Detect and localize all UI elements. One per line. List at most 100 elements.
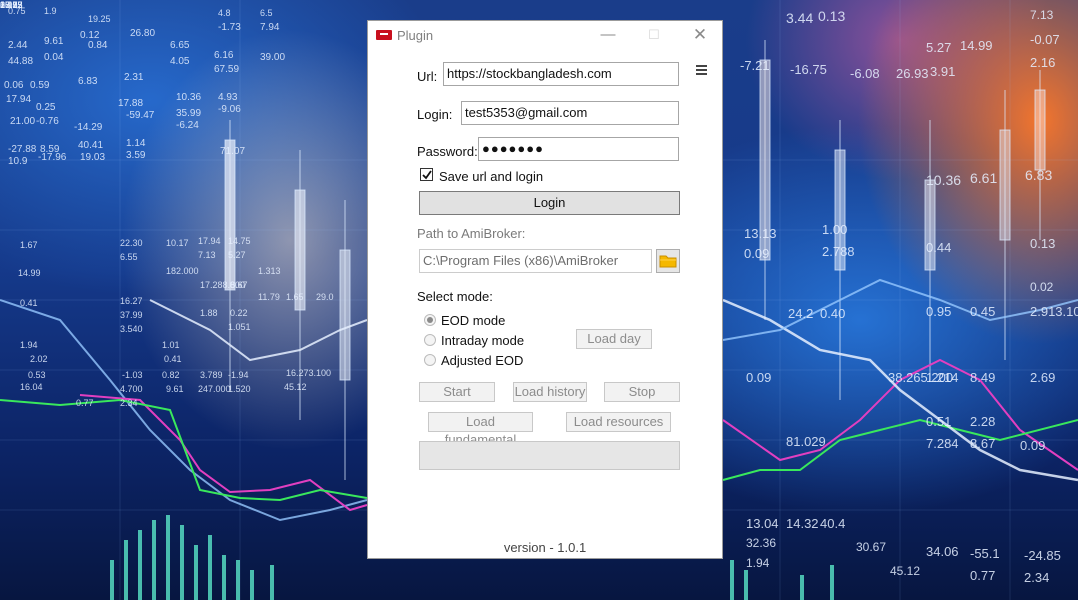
background-number: 5.27 (926, 40, 952, 55)
background-number: 26.93 (896, 66, 929, 81)
background-number: 10.17 (166, 238, 189, 248)
load-fundamental-button[interactable]: Load fundamental (428, 412, 533, 447)
folder-icon (659, 255, 677, 268)
background-number: 45.12 (890, 564, 921, 578)
url-input[interactable]: https://stockbangladesh.com (443, 62, 679, 86)
background-number: 182.000 (166, 266, 199, 276)
path-label: Path to AmiBroker: (417, 226, 526, 241)
background-number: 35.99 (176, 108, 202, 119)
background-number: 0.13 (1030, 236, 1056, 251)
background-number: 0.12 (80, 30, 100, 41)
browse-folder-button[interactable] (656, 249, 680, 273)
password-input[interactable]: ●●●●●●● (478, 137, 679, 161)
background-number: -17.96 (38, 152, 67, 163)
background-number: 2.31 (124, 72, 144, 83)
background-number: 6.83 (1025, 167, 1053, 183)
background-number: 0.77 (970, 568, 996, 583)
maximize-button[interactable]: ☐ (641, 24, 667, 46)
background-number: 0.51 (926, 414, 952, 429)
background-number: 14.99 (960, 38, 993, 53)
background-number: 3.540 (120, 324, 143, 334)
adjusted-eod-label[interactable]: Adjusted EOD (441, 353, 523, 368)
stop-button[interactable]: Stop (604, 382, 680, 402)
background-number: 1.94 (746, 556, 770, 570)
background-number: 30.67 (856, 540, 887, 554)
adjusted-eod-radio[interactable] (424, 354, 436, 366)
background-number: 16.273.100 (286, 368, 332, 378)
background-number: 10.36 (926, 172, 962, 188)
background-number: -1.03 (122, 370, 143, 380)
load-history-button[interactable]: Load history (513, 382, 587, 402)
background-number: 4.93 (218, 92, 238, 103)
background-number: 3.91 (930, 64, 956, 79)
background-number: 2.44 (8, 40, 28, 51)
background-number: 45.12 (284, 382, 307, 392)
background-number: 1.94 (20, 340, 38, 350)
background-number: 0.09 (1020, 438, 1046, 453)
minimize-button[interactable]: — (595, 24, 621, 46)
background-number: -27.88 (8, 144, 37, 155)
start-button[interactable]: Start (419, 382, 495, 402)
intraday-mode-label[interactable]: Intraday mode (441, 333, 524, 348)
background-number: 6.16 (214, 50, 234, 61)
background-number: -24.85 (1024, 548, 1061, 563)
background-number: 14.32 (786, 516, 819, 531)
background-number: 1.00 (822, 222, 848, 237)
background-number: 0.09 (746, 370, 772, 385)
save-url-checkbox[interactable] (420, 168, 433, 181)
check-mark-icon (422, 170, 432, 180)
background-number: 1.051 (228, 322, 251, 332)
background-number: 24.2 (788, 306, 814, 321)
progress-bar (419, 441, 680, 470)
background-number: 34.06 (926, 544, 959, 559)
background-number: 6.83 (78, 76, 98, 87)
background-number: 10.9 (8, 156, 28, 167)
background-number: 8.67 (970, 436, 996, 451)
background-number: 17.88 (118, 98, 144, 109)
eod-mode-label[interactable]: EOD mode (441, 313, 505, 328)
background-number: 0.06 (4, 80, 24, 91)
background-number: 13.13 (744, 226, 777, 241)
background-number: 17.94 (198, 236, 221, 246)
background-number: 4.700 (120, 384, 143, 394)
background-number: 0.04 (44, 52, 64, 63)
background-number: 3.44 (786, 10, 814, 26)
login-label: Login: (417, 107, 453, 122)
background-number: 0.25 (36, 102, 56, 113)
login-input[interactable]: test5353@gmail.com (461, 101, 679, 125)
login-button[interactable]: Login (419, 191, 680, 215)
background-number: 0.09 (744, 246, 770, 261)
background-number: -55.1 (970, 546, 1000, 561)
hamburger-menu-icon[interactable] (696, 65, 707, 75)
load-resources-button[interactable]: Load resources (566, 412, 671, 432)
background-number: 7.13 (198, 250, 216, 260)
background-number: 67.59 (214, 64, 240, 75)
background-number: 40.41 (78, 140, 104, 151)
intraday-mode-radio[interactable] (424, 334, 436, 346)
background-number: 10.36 (176, 92, 202, 103)
background-number: 14.75 (228, 236, 251, 246)
background-number: 7.13 (1030, 8, 1054, 22)
background-number: 2.34 (1024, 570, 1050, 585)
amibroker-path-input[interactable]: C:\Program Files (x86)\AmiBroker (419, 249, 652, 273)
load-day-button[interactable]: Load day (576, 329, 652, 349)
background-number: 1.65 (286, 292, 304, 302)
background-number: 22.30 (120, 238, 143, 248)
background-number: 17.94 (6, 94, 32, 105)
save-url-label[interactable]: Save url and login (439, 169, 543, 184)
eod-mode-radio[interactable] (424, 314, 436, 326)
background-number: 1.9 (44, 6, 57, 16)
background-number: 0.53 (28, 370, 46, 380)
background-number: 32.36 (746, 536, 777, 550)
background-number: 19.25 (88, 14, 111, 24)
background-number: -6.24 (176, 120, 199, 131)
select-mode-label: Select mode: (417, 289, 493, 304)
background-number: 0.95 (926, 304, 952, 319)
title-bar[interactable]: Plugin — ☐ ✕ (368, 21, 722, 49)
close-button[interactable]: ✕ (687, 24, 713, 46)
background-number: -0.76 (36, 116, 59, 127)
background-number: 3.789 (200, 370, 223, 380)
background-number: -0.07 (1030, 32, 1060, 47)
background-number: 25.25 (0, 0, 23, 10)
background-number: 4.8 (218, 8, 231, 18)
